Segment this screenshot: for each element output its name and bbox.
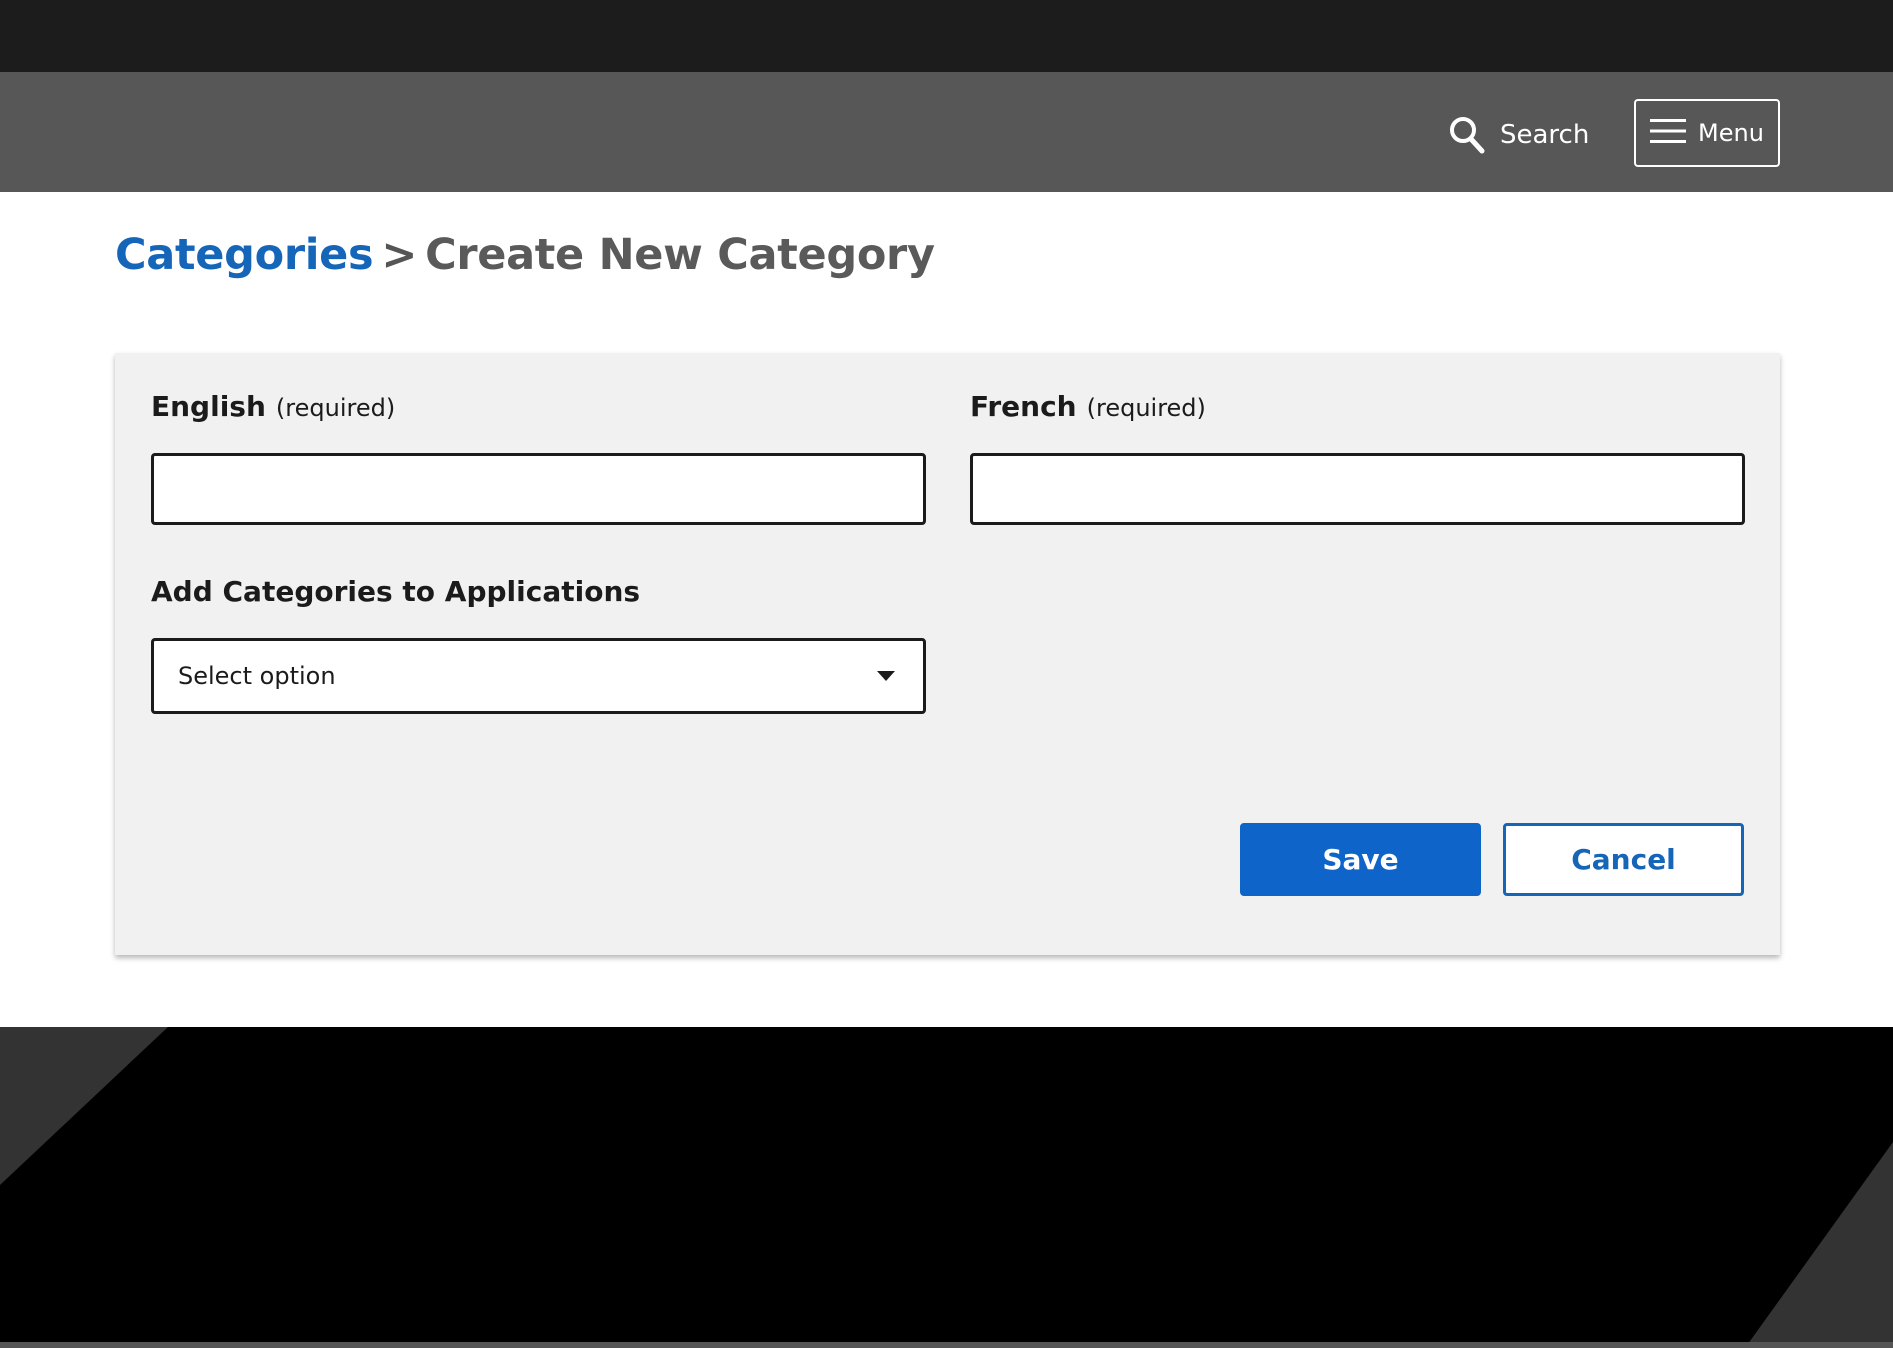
english-field-label: English (required) xyxy=(151,390,395,423)
save-button[interactable]: Save xyxy=(1240,823,1481,896)
english-label-text: English xyxy=(151,390,266,423)
french-required-hint: (required) xyxy=(1086,394,1206,422)
menu-button[interactable]: Menu xyxy=(1634,99,1780,167)
applications-select-value: Select option xyxy=(178,662,336,690)
french-label-text: French xyxy=(970,390,1077,423)
search-button[interactable]: Search xyxy=(1448,115,1589,155)
english-input[interactable] xyxy=(151,453,926,525)
applications-field-label: Add Categories to Applications xyxy=(151,575,641,608)
english-required-hint: (required) xyxy=(275,394,396,422)
site-footer xyxy=(0,1027,1893,1348)
footer-right-shape xyxy=(1745,1142,1893,1348)
french-input[interactable] xyxy=(970,453,1745,525)
footer-bottom-edge xyxy=(0,1342,1893,1348)
page-title: Categories > Create New Category xyxy=(115,230,935,280)
breadcrumb-separator: > xyxy=(381,230,418,280)
breadcrumb-current: Create New Category xyxy=(425,230,935,280)
create-category-form: English (required) French (required) Add C… xyxy=(115,353,1780,955)
footer-left-shape xyxy=(0,1027,168,1185)
hamburger-icon xyxy=(1650,118,1687,149)
search-icon xyxy=(1448,115,1486,155)
footer-decoration xyxy=(0,1027,1893,1348)
chevron-down-icon xyxy=(877,671,895,681)
breadcrumb-categories-link[interactable]: Categories xyxy=(115,230,374,280)
applications-select[interactable]: Select option xyxy=(151,638,926,714)
search-label: Search xyxy=(1500,120,1590,150)
top-strip xyxy=(0,0,1893,72)
menu-label: Menu xyxy=(1698,119,1764,147)
french-field-label: French (required) xyxy=(970,390,1206,423)
site-header xyxy=(0,72,1893,192)
cancel-button[interactable]: Cancel xyxy=(1503,823,1744,896)
